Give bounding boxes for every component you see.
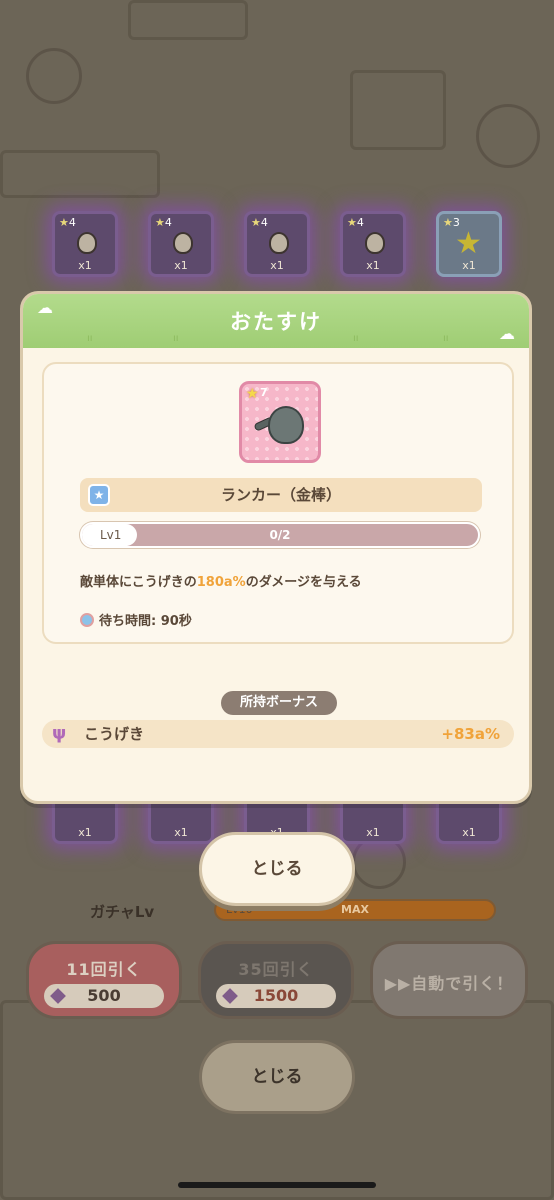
- grass-icon: ıı: [443, 333, 449, 344]
- modal-header: ☁ ☁ ıı ıı ıı ıı おたすけ: [23, 294, 529, 348]
- skill-description: 敵単体にこうげきの180a%のダメージを与える: [80, 571, 362, 590]
- draw-35-button[interactable]: 35回引く 1500: [198, 941, 354, 1019]
- close-button[interactable]: とじる: [199, 832, 355, 906]
- background-close-button[interactable]: とじる: [199, 1040, 355, 1114]
- star-icon: ★4: [251, 216, 268, 229]
- card-count: x1: [366, 259, 380, 272]
- wait-time-text: 待ち時間: 90秒: [99, 614, 192, 629]
- bonus-value: +83a%: [441, 725, 500, 743]
- owned-bonus-row: ψ こうげき +83a%: [42, 720, 514, 748]
- star-icon: ★: [246, 386, 259, 402]
- unit-card-5[interactable]: ★3 ★ x1: [436, 211, 502, 277]
- draw-11-button[interactable]: 11回引く 500: [26, 941, 182, 1019]
- card-count: x1: [462, 259, 476, 272]
- wait-time-row: 待ち時間: 90秒: [80, 610, 192, 629]
- gem-icon: [222, 988, 238, 1004]
- card-count: x1: [174, 826, 188, 839]
- monster-icon: [268, 406, 304, 444]
- auto-draw-button[interactable]: ▶▶自動で引く！: [370, 941, 528, 1019]
- face-icon: [173, 232, 193, 254]
- level-progress-bar: Lv1 0/2: [80, 522, 480, 548]
- card-count: x1: [174, 259, 188, 272]
- grass-icon: ıı: [353, 333, 359, 344]
- draw-35-price: 1500: [216, 984, 336, 1008]
- bonus-name: こうげき: [84, 725, 145, 743]
- yellow-star-icon: ★: [455, 226, 482, 261]
- face-icon: [365, 232, 385, 254]
- modal-title: おたすけ: [230, 310, 322, 334]
- draw-35-price-value: 1500: [253, 986, 299, 1005]
- star-icon: ★4: [347, 216, 364, 229]
- unit-name-bar: ★ ランカー（金棒）: [80, 478, 482, 512]
- face-icon: [269, 232, 289, 254]
- unit-card-1[interactable]: ★4 x1: [52, 211, 118, 277]
- auto-draw-label: ▶▶自動で引く！: [384, 974, 514, 993]
- unit-card-2[interactable]: ★4 x1: [148, 211, 214, 277]
- draw-11-label: 11回引く: [66, 960, 142, 979]
- card-count: x1: [78, 826, 92, 839]
- unit-star-count: 7: [260, 386, 268, 399]
- home-indicator: [178, 1182, 376, 1188]
- gem-icon: [50, 988, 66, 1004]
- cloud-icon: ☁: [37, 298, 53, 317]
- card-count: x1: [78, 259, 92, 272]
- attack-icon: ψ: [52, 723, 67, 744]
- level-progress-text: 0/2: [269, 528, 291, 542]
- description-suffix: のダメージを与える: [245, 575, 362, 590]
- grass-icon: ıı: [173, 333, 179, 344]
- draw-35-label: 35回引く: [238, 960, 314, 979]
- draw-11-price: 500: [44, 984, 164, 1008]
- unit-name: ランカー（金棒）: [220, 486, 341, 504]
- card-count: x1: [270, 259, 284, 272]
- grass-icon: ıı: [87, 333, 93, 344]
- unit-info-panel: ★ 7 ★ ランカー（金棒） Lv1 0/2 敵単体にこうげきの180a%のダメ…: [42, 362, 514, 644]
- description-highlight: 180a%: [196, 575, 246, 590]
- description-prefix: 敵単体にこうげきの: [80, 575, 197, 590]
- star-icon: ★4: [155, 216, 172, 229]
- owned-bonus-title: 所持ボーナス: [221, 691, 337, 715]
- gacha-level-label: ガチャLv: [90, 903, 155, 921]
- top-card-row: ★4 x1 ★4 x1 ★4 x1 ★4 x1 ★3 ★ x1: [0, 211, 554, 277]
- cloud-icon: ☁: [499, 324, 515, 343]
- face-icon: [77, 232, 97, 254]
- card-count: x1: [366, 826, 380, 839]
- draw-11-price-value: 500: [87, 986, 121, 1005]
- unit-portrait-card: ★ 7: [239, 381, 321, 463]
- support-unit-modal: ☁ ☁ ıı ıı ıı ıı おたすけ ★ 7 ★ ランカー（金棒） Lv1 …: [20, 291, 532, 804]
- star-icon: ★4: [59, 216, 76, 229]
- card-count: x1: [462, 826, 476, 839]
- unit-card-3[interactable]: ★4 x1: [244, 211, 310, 277]
- unit-card-4[interactable]: ★4 x1: [340, 211, 406, 277]
- stopwatch-icon: [80, 612, 94, 627]
